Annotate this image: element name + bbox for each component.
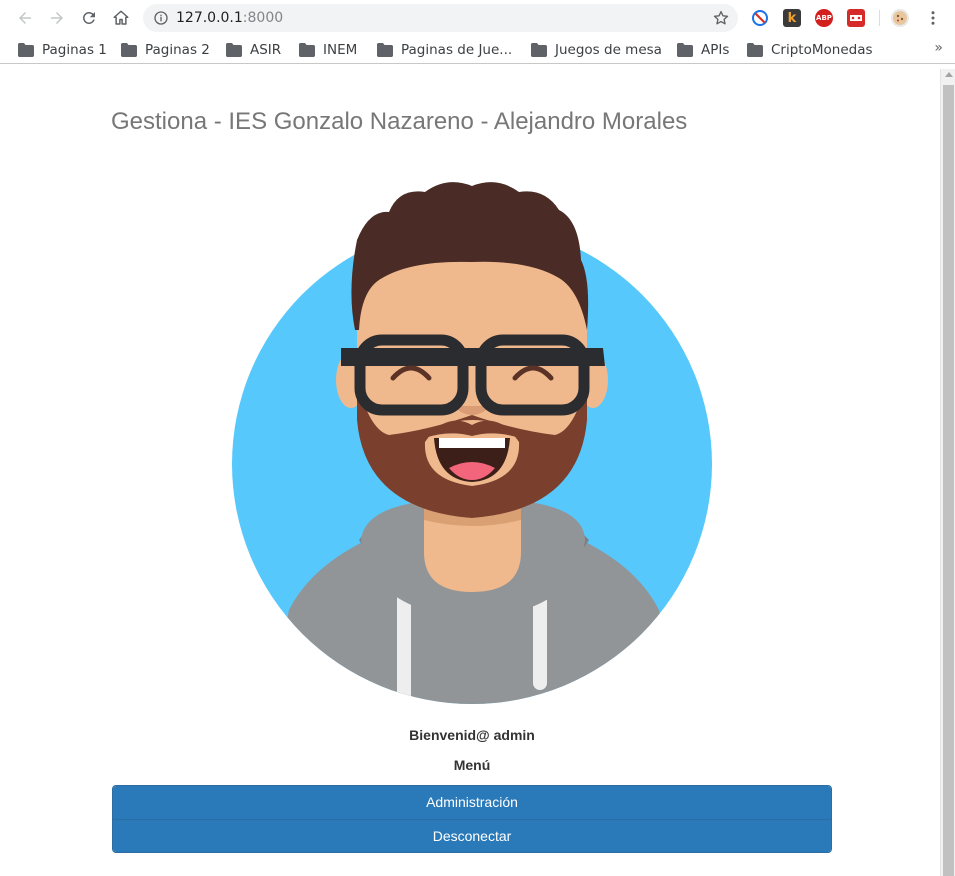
bookmark-label: Paginas 2 — [145, 42, 210, 58]
address-bar[interactable]: 127.0.0.1:8000 — [143, 4, 738, 32]
scroll-thumb[interactable] — [943, 85, 954, 876]
block-extension-icon[interactable] — [751, 9, 769, 27]
folder-icon — [121, 43, 137, 57]
bookmarks-overflow-button[interactable]: » — [934, 40, 943, 56]
scroll-up-arrow-icon[interactable] — [945, 72, 953, 77]
desconectar-button[interactable]: Desconectar — [113, 819, 831, 852]
folder-icon — [226, 43, 242, 57]
k-extension-icon[interactable]: k — [783, 9, 801, 27]
bookmark-label: Paginas de Jue... — [401, 42, 513, 58]
info-icon[interactable] — [153, 10, 169, 26]
vertical-scrollbar[interactable] — [940, 69, 955, 876]
reload-icon — [82, 11, 95, 24]
bookmark-folder[interactable]: Juegos de mesa — [531, 40, 662, 60]
toolbar-separator — [879, 10, 880, 26]
bookmark-folder[interactable]: Paginas 1 — [18, 40, 107, 60]
folder-icon — [531, 43, 547, 57]
adblock-plus-icon[interactable]: ABP — [815, 9, 833, 27]
bookmark-label: Paginas 1 — [42, 42, 107, 58]
url-port: :8000 — [242, 10, 284, 26]
administracion-button[interactable]: Administración — [113, 786, 831, 819]
bookmark-label: ASIR — [250, 42, 282, 58]
menu-heading: Menú — [453, 757, 491, 773]
browser-menu-button[interactable] — [921, 6, 945, 30]
arrow-left-icon — [19, 12, 31, 24]
bookmark-folder[interactable]: Paginas 2 — [121, 40, 210, 60]
arrow-right-icon — [51, 12, 63, 24]
cookie-extension-icon[interactable] — [891, 9, 909, 27]
bookmark-folder[interactable]: Paginas de Jue... — [377, 40, 512, 60]
reload-button[interactable] — [77, 6, 101, 30]
avatar-image — [229, 180, 715, 710]
bookmark-folder[interactable]: ASIR — [226, 40, 281, 60]
url-text[interactable]: 127.0.0.1:8000 — [176, 10, 283, 26]
page-viewport: Gestiona - IES Gonzalo Nazareno - Alejan… — [3, 69, 940, 876]
bookmark-label: CriptoMonedas — [771, 42, 873, 58]
bookmark-folder[interactable]: INEM — [299, 40, 357, 60]
url-host: 127.0.0.1 — [176, 10, 243, 26]
bookmark-folder[interactable]: APIs — [677, 40, 729, 60]
home-button[interactable] — [109, 6, 133, 30]
browser-toolbar: 127.0.0.1:8000 k ABP — [0, 0, 955, 36]
kebab-menu-icon — [931, 11, 935, 25]
bookmark-folder[interactable]: CriptoMonedas — [747, 40, 873, 60]
bookmark-label: Juegos de mesa — [555, 42, 662, 58]
folder-icon — [18, 43, 34, 57]
red-extension-icon[interactable] — [847, 9, 865, 27]
bookmarks-bar: Paginas 1 Paginas 2 ASIR INEM Paginas de… — [0, 36, 955, 64]
bookmark-label: INEM — [323, 42, 358, 58]
star-icon[interactable] — [712, 9, 730, 27]
folder-icon — [747, 43, 763, 57]
main-menu: Administración Desconectar — [112, 785, 832, 853]
home-icon — [113, 10, 129, 25]
page-title: Gestiona - IES Gonzalo Nazareno - Alejan… — [111, 108, 688, 135]
folder-icon — [677, 43, 693, 57]
welcome-message: Bienvenid@ admin — [409, 727, 535, 743]
forward-button[interactable] — [45, 6, 69, 30]
back-button[interactable] — [13, 6, 37, 30]
folder-icon — [377, 43, 393, 57]
folder-icon — [299, 43, 315, 57]
bookmark-label: APIs — [701, 42, 730, 58]
